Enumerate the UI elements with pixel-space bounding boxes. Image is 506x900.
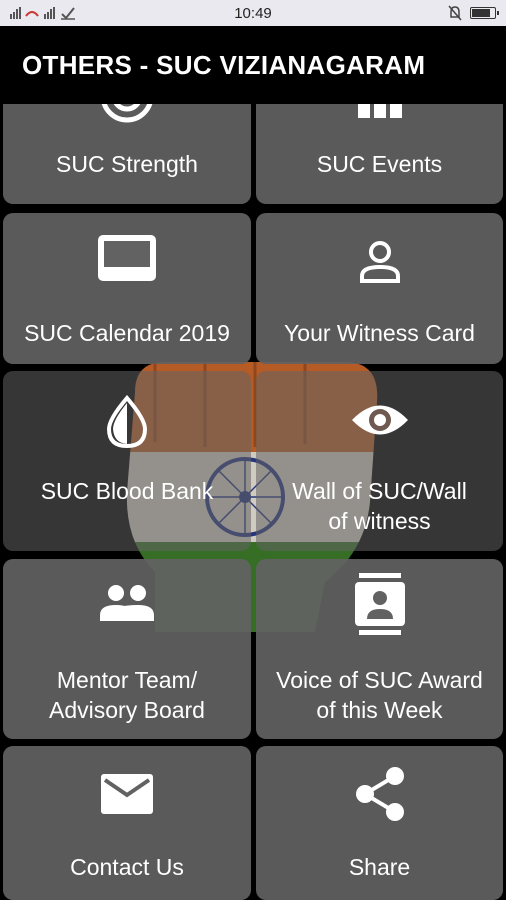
tile-label: Share	[348, 854, 411, 880]
silent-bell-icon	[448, 5, 462, 21]
mail-icon	[101, 774, 153, 814]
status-icons-left	[10, 6, 78, 20]
tile-label: Your Witness Card	[284, 320, 475, 346]
tile-suc-strength[interactable]: SUC Strength	[3, 104, 251, 204]
battery-fill	[472, 9, 490, 17]
tile-suc-calendar[interactable]: SUC Calendar 2019	[3, 213, 251, 364]
tile-label: Wall of SUC/Wall of witness	[292, 478, 467, 534]
calendar-icon	[98, 235, 156, 281]
people-icon	[100, 585, 154, 621]
eye-icon	[351, 405, 408, 435]
tile-share[interactable]: Share	[256, 746, 503, 900]
tile-label: Mentor Team/ Advisory Board	[49, 667, 205, 723]
tile-label: Contact Us	[70, 854, 184, 880]
tile-your-witness-card[interactable]: Your Witness Card	[256, 213, 503, 364]
tile-label: SUC Blood Bank	[40, 478, 214, 504]
contact-card-icon	[354, 573, 405, 635]
tile-label: SUC Calendar 2019	[24, 320, 230, 346]
app-bar: OTHERS - SUC VIZIANAGARAM	[0, 26, 506, 104]
tile-label: SUC Events	[316, 151, 443, 177]
status-icons-right	[448, 5, 499, 21]
page-title: OTHERS - SUC VIZIANAGARAM	[22, 49, 426, 80]
columns-icon	[357, 104, 402, 118]
tile-wall-of-suc[interactable]: Wall of SUC/Wall of witness	[256, 371, 503, 551]
tile-mentor-team[interactable]: Mentor Team/ Advisory Board	[3, 559, 251, 739]
tile-label: Voice of SUC Award of this Week	[276, 667, 483, 723]
battery-icon	[470, 7, 499, 19]
target-icon	[101, 104, 153, 123]
signal-icon	[10, 7, 75, 20]
share-icon	[355, 767, 404, 821]
tile-voice-of-suc[interactable]: Voice of SUC Award of this Week	[256, 559, 503, 739]
tile-contact-us[interactable]: Contact Us	[3, 746, 251, 900]
tile-suc-events[interactable]: SUC Events	[256, 104, 503, 204]
drop-icon	[106, 395, 148, 449]
tile-label: SUC Strength	[56, 151, 198, 177]
tiles-grid[interactable]: SUC Strength SUC Events SUC Calendar 201…	[0, 104, 506, 900]
person-icon	[359, 241, 400, 283]
tile-suc-blood-bank[interactable]: SUC Blood Bank	[3, 371, 251, 551]
status-bar: 10:49	[0, 0, 506, 26]
